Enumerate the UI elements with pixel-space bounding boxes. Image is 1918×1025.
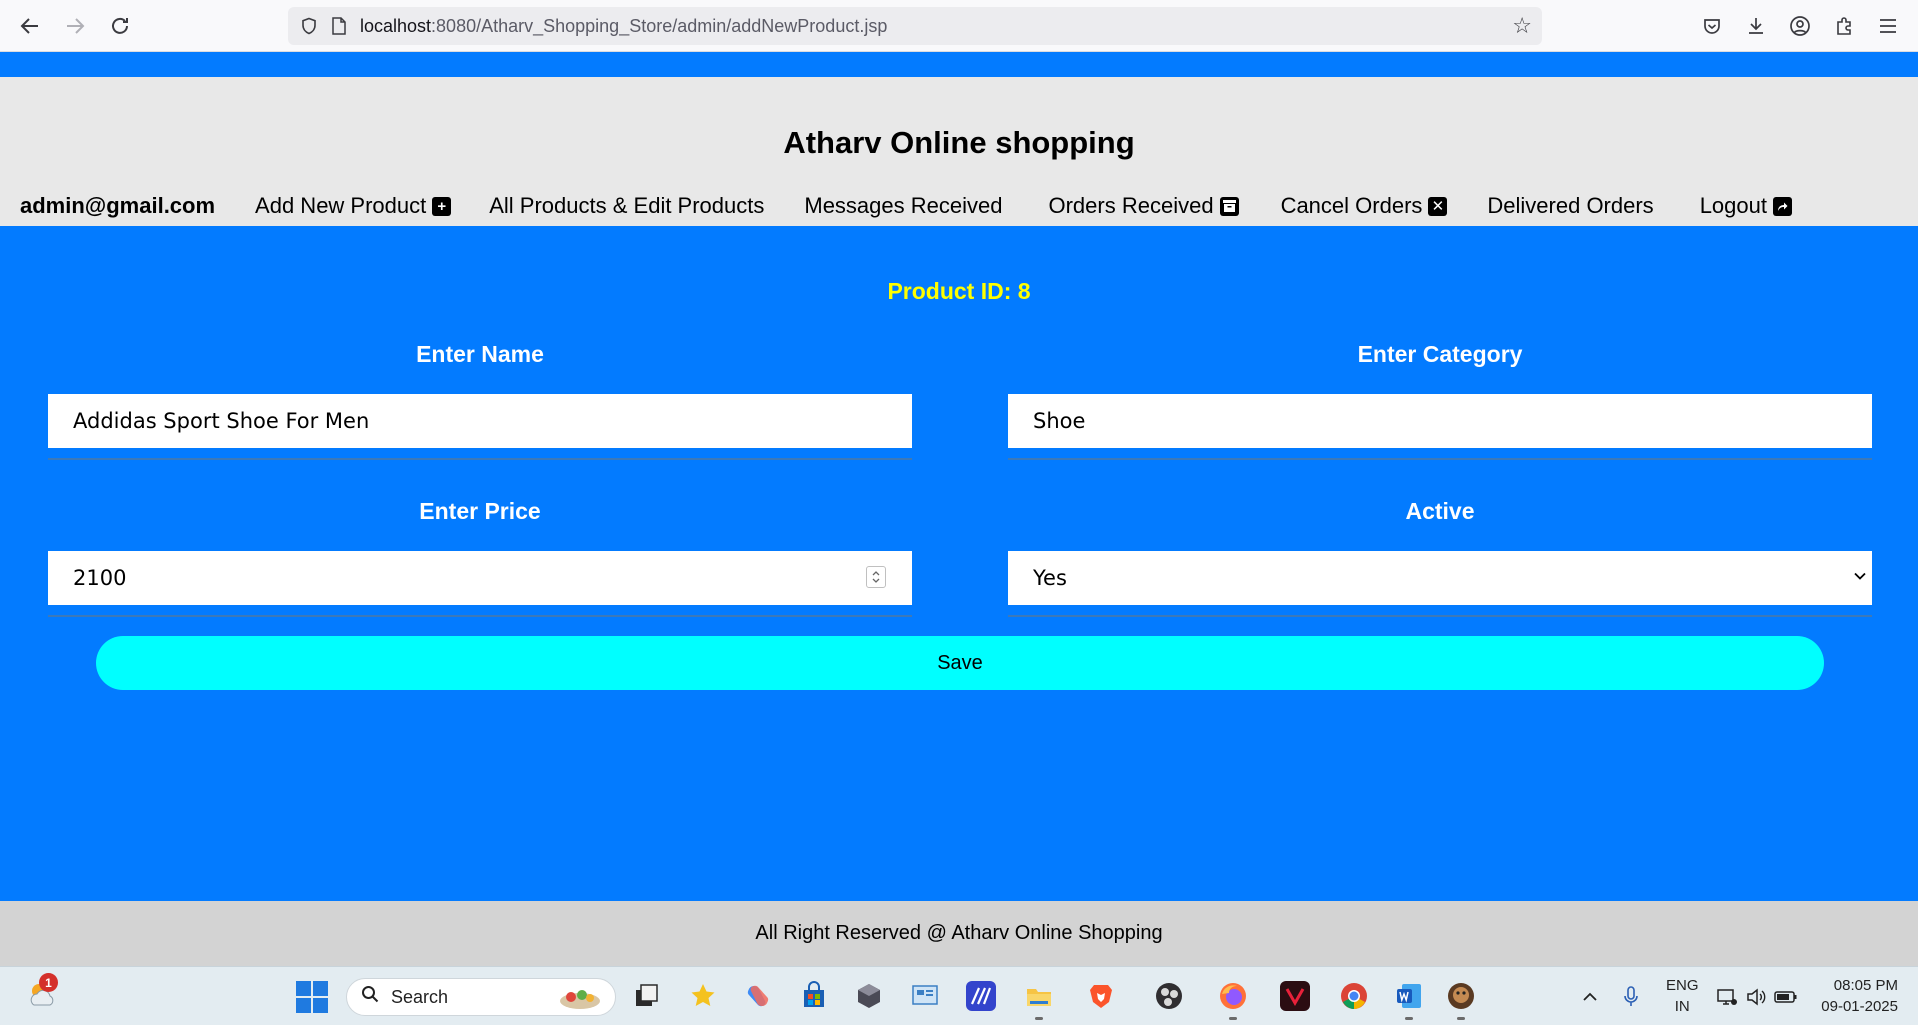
shield-icon[interactable] xyxy=(294,17,324,35)
active-select[interactable]: Yes xyxy=(1008,551,1872,605)
admin-email: admin@gmail.com xyxy=(20,193,216,218)
site-footer: All Right Reserved @ Atharv Online Shopp… xyxy=(0,901,1918,966)
active-selected-value: Yes xyxy=(1033,566,1067,590)
name-label: Enter Name xyxy=(416,341,544,367)
volume-icon[interactable] xyxy=(1746,967,1766,1025)
nav-logout-label: Logout xyxy=(1699,193,1767,218)
nav-orders-received[interactable]: Orders Received xyxy=(1048,193,1239,219)
network-icon[interactable] xyxy=(1716,967,1738,1025)
control-panel-icon[interactable] xyxy=(910,981,940,1011)
active-label: Active xyxy=(1405,498,1475,524)
file-explorer-running-indicator xyxy=(1035,1017,1043,1020)
clock-time: 08:05 PM xyxy=(1833,977,1898,994)
top-stripe xyxy=(0,52,1918,77)
download-icon[interactable] xyxy=(1734,4,1778,48)
price-underline xyxy=(48,615,912,617)
code-editor-icon[interactable] xyxy=(966,981,996,1011)
nav-add-new-product[interactable]: Add New Product + xyxy=(255,193,452,219)
url-text[interactable]: localhost:8080/Atharv_Shopping_Store/adm… xyxy=(360,16,887,37)
obs-studio-icon[interactable] xyxy=(1154,981,1184,1011)
site-title: Atharv Online shopping xyxy=(783,125,1135,160)
taskbar-search-label: Search xyxy=(391,986,449,1007)
category-underline xyxy=(1008,458,1872,460)
word-icon[interactable] xyxy=(1394,981,1424,1011)
nav-orders-received-label: Orders Received xyxy=(1048,193,1214,218)
microphone-icon[interactable] xyxy=(1624,967,1638,1025)
nav-add-new-product-label: Add New Product xyxy=(255,193,427,218)
task-view-icon[interactable] xyxy=(632,981,662,1011)
site-header: Atharv Online shopping admin@gmail.com A… xyxy=(0,77,1918,226)
word-running-indicator xyxy=(1405,1017,1413,1020)
archive-icon xyxy=(1219,196,1239,216)
add-product-form: Product ID: 8 Enter Name Addidas Sport S… xyxy=(0,226,1918,901)
page-icon xyxy=(324,17,354,35)
plus-square-icon: + xyxy=(432,196,452,216)
active-underline xyxy=(1008,615,1872,617)
account-icon[interactable] xyxy=(1778,4,1822,48)
price-input[interactable]: 2100 xyxy=(48,551,912,605)
copilot-icon[interactable] xyxy=(743,981,773,1011)
browser-toolbar: localhost:8080/Atharv_Shopping_Store/adm… xyxy=(0,0,1918,52)
page: Atharv Online shopping admin@gmail.com A… xyxy=(0,52,1918,901)
microsoft-store-icon[interactable] xyxy=(799,981,829,1011)
chevron-down-icon xyxy=(1852,565,1868,590)
back-arrow-icon[interactable] xyxy=(8,4,52,48)
close-square-icon: ✕ xyxy=(1428,196,1448,216)
firefox-running-indicator xyxy=(1229,1017,1237,1020)
pocket-icon[interactable] xyxy=(1690,4,1734,48)
dev-tool-icon[interactable] xyxy=(854,981,884,1011)
brave-browser-icon[interactable] xyxy=(1086,981,1116,1011)
battery-icon[interactable] xyxy=(1774,967,1798,1025)
nav-cancel-orders-label: Cancel Orders xyxy=(1280,193,1423,218)
tray-overflow-icon[interactable] xyxy=(1582,967,1598,1025)
chrome-icon[interactable] xyxy=(1339,981,1369,1011)
admin-nav: admin@gmail.com Add New Product + All Pr… xyxy=(20,193,1792,219)
number-spinner-icon[interactable] xyxy=(866,566,886,588)
category-input[interactable]: Shoe xyxy=(1008,394,1872,448)
search-icon xyxy=(361,985,379,1009)
nav-logout[interactable]: Logout xyxy=(1700,193,1792,219)
firefox-icon[interactable] xyxy=(1218,981,1248,1011)
region-code: IN xyxy=(1674,998,1690,1015)
product-id: Product ID: 8 xyxy=(887,278,1031,304)
nav-delivered-orders[interactable]: Delivered Orders xyxy=(1487,193,1653,219)
media-app-icon[interactable] xyxy=(1280,981,1310,1011)
price-label: Enter Price xyxy=(419,498,541,524)
language-indicator[interactable]: ENG IN xyxy=(1666,975,1699,1017)
share-square-icon xyxy=(1772,196,1792,216)
browser-toolbar-right xyxy=(1690,4,1910,48)
language-code: ENG xyxy=(1666,977,1699,994)
taskbar-clock[interactable]: 08:05 PM 09-01-2025 xyxy=(1821,975,1898,1017)
reload-icon[interactable] xyxy=(98,4,142,48)
widgets-icon[interactable] xyxy=(688,981,718,1011)
notification-badge: 1 xyxy=(39,973,58,992)
nav-cancel-orders[interactable]: Cancel Orders ✕ xyxy=(1281,193,1448,219)
game-app-running-indicator xyxy=(1457,1017,1465,1020)
search-highlight-icon xyxy=(557,985,603,1016)
taskbar: 1 Search ENG IN 08:05 PM 09-01-2025 xyxy=(0,966,1918,1025)
save-button[interactable]: Save xyxy=(96,636,1824,690)
category-label: Enter Category xyxy=(1357,341,1523,367)
nav-messages-received[interactable]: Messages Received xyxy=(804,193,1002,219)
price-value: 2100 xyxy=(73,566,127,590)
url-host: localhost xyxy=(360,15,432,36)
windows-start-icon[interactable] xyxy=(296,981,328,1013)
menu-icon[interactable] xyxy=(1866,4,1910,48)
forward-arrow-icon[interactable] xyxy=(53,4,97,48)
taskbar-search[interactable]: Search xyxy=(346,978,616,1016)
address-bar[interactable]: localhost:8080/Atharv_Shopping_Store/adm… xyxy=(288,7,1542,45)
name-input[interactable]: Addidas Sport Shoe For Men xyxy=(48,394,912,448)
nav-all-products[interactable]: All Products & Edit Products xyxy=(489,193,764,219)
url-path: :8080/Atharv_Shopping_Store/admin/addNew… xyxy=(431,15,888,36)
name-underline xyxy=(48,458,912,460)
bookmark-star-icon[interactable]: ☆ xyxy=(1512,13,1532,39)
game-app-icon[interactable] xyxy=(1446,981,1476,1011)
file-explorer-icon[interactable] xyxy=(1024,981,1054,1011)
clock-date: 09-01-2025 xyxy=(1821,998,1898,1015)
extensions-icon[interactable] xyxy=(1822,4,1866,48)
